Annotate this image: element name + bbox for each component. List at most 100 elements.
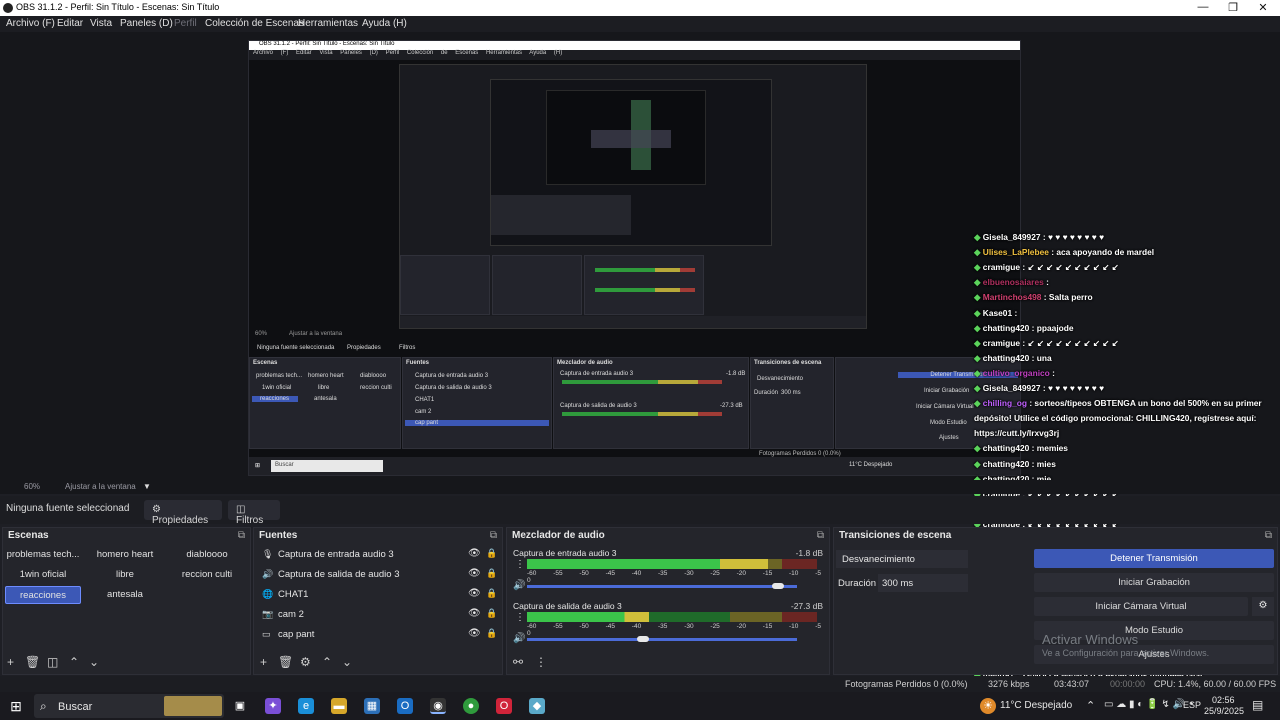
add-icon[interactable]: + xyxy=(7,655,14,669)
chat-message: ◆ chatting420 : memies xyxy=(974,443,1068,453)
scene-button[interactable]: problemas tech... xyxy=(5,546,81,564)
link-icon[interactable]: ⚯ xyxy=(513,655,523,669)
volume-knob[interactable] xyxy=(772,583,785,589)
chevron-down-icon[interactable]: ⌄ xyxy=(89,655,99,669)
inner-scenes-dock: Escenas problemas tech... homero heart d… xyxy=(249,357,401,449)
store-icon[interactable]: ▦ xyxy=(364,698,380,714)
source-row[interactable]: ▭ cap pant 👁 🔒 xyxy=(260,626,497,644)
start-virtual-camera-button[interactable]: Iniciar Cámara Virtual xyxy=(1034,597,1248,616)
speaker-icon[interactable]: 🔊 xyxy=(513,580,525,591)
maximize-button[interactable]: ❐ xyxy=(1218,1,1248,14)
windows-start-icon[interactable]: ⊞ xyxy=(8,698,24,714)
menu-herramientas[interactable]: Herramientas xyxy=(298,18,358,29)
nested-docks xyxy=(491,195,631,235)
menu-perfil[interactable]: Perfil xyxy=(174,18,197,29)
scene-button[interactable]: homero heart xyxy=(87,546,163,564)
scene-button[interactable]: 1win oficial xyxy=(5,566,81,584)
app-icon[interactable]: ◆ xyxy=(529,698,545,714)
lock-icon[interactable]: 🔒 xyxy=(486,628,497,639)
lock-icon[interactable]: 🔒 xyxy=(486,588,497,599)
dropped-frames: Fotogramas Perdidos 0 (0.0%) xyxy=(845,679,968,689)
scene-button[interactable]: reccion culti xyxy=(169,566,245,584)
filter-icon[interactable]: ◫ xyxy=(47,655,58,669)
clock-time[interactable]: 02:56 xyxy=(1212,695,1235,705)
close-button[interactable]: ✕ xyxy=(1248,1,1278,14)
badge-icon: ◆ xyxy=(974,337,983,348)
gear-icon[interactable]: ⚙ xyxy=(300,655,311,669)
minimize-button[interactable]: — xyxy=(1188,1,1218,13)
properties-button[interactable]: ⚙ Propiedades xyxy=(144,500,222,526)
dock-float-icon[interactable]: ⧉ xyxy=(490,530,497,541)
start-recording-button[interactable]: Iniciar Grabación xyxy=(1034,573,1274,592)
kebab-icon[interactable]: ⋮ xyxy=(515,559,525,570)
speaker-icon: 🔊 xyxy=(262,569,274,579)
inner-source: cam 2 xyxy=(415,409,432,415)
volume-knob[interactable] xyxy=(637,636,650,642)
chevron-up-icon[interactable]: ⌃ xyxy=(1086,699,1095,712)
language-indicator[interactable]: ESP xyxy=(1183,700,1201,710)
menu-editar[interactable]: Editar xyxy=(57,18,83,29)
eye-icon[interactable]: 👁 xyxy=(468,588,481,599)
nested-obs-capture: OBS 31.1.2 - Perfil: Sin Título - Escena… xyxy=(248,40,1021,476)
outlook-icon[interactable]: O xyxy=(397,698,413,714)
filters-button[interactable]: ◫ Filtros xyxy=(228,500,280,526)
menu-archivo[interactable]: Archivo (F) xyxy=(6,18,55,29)
source-row[interactable]: 🎙 Captura de entrada audio 3 👁 🔒 xyxy=(260,546,497,564)
opera-icon[interactable]: O xyxy=(496,698,512,714)
kebab-icon[interactable]: ⋮ xyxy=(515,612,525,623)
inner-source: Captura de salida de audio 3 xyxy=(415,385,492,391)
dock-float-icon[interactable]: ⧉ xyxy=(238,530,245,541)
obs-taskbar-icon[interactable]: ◉ xyxy=(430,698,446,714)
tray-icons[interactable]: ▭ ☁ ▮ ◐ 🔋 ↯ 🔊 ◔ xyxy=(1104,699,1194,710)
taskbar-search[interactable]: ⌕ Buscar xyxy=(34,694,224,718)
fit-window-label[interactable]: Ajustar a la ventana xyxy=(65,482,136,491)
scene-button-selected[interactable]: reacciones xyxy=(5,586,81,604)
file-explorer-icon[interactable]: ▬ xyxy=(331,698,347,714)
menu-vista[interactable]: Vista xyxy=(90,18,112,29)
dock-float-icon[interactable]: ⧉ xyxy=(1265,530,1272,541)
chrome-icon[interactable]: ● xyxy=(463,698,479,714)
meter-level xyxy=(527,612,649,622)
dock-float-icon[interactable]: ⧉ xyxy=(817,530,824,541)
copilot-icon[interactable]: ✦ xyxy=(265,698,281,714)
zoom-dropdown-icon[interactable]: ▼ xyxy=(143,482,151,491)
task-view-icon[interactable]: ▣ xyxy=(232,698,248,714)
edge-icon[interactable]: e xyxy=(298,698,314,714)
trash-icon[interactable]: 🗑 xyxy=(278,655,293,669)
lock-icon[interactable]: 🔒 xyxy=(486,568,497,579)
menu-coleccion[interactable]: Colección de Escenas xyxy=(205,18,304,29)
scene-button[interactable]: libre xyxy=(87,566,163,584)
properties-label: Propiedades xyxy=(152,515,209,526)
lock-icon[interactable]: 🔒 xyxy=(486,548,497,559)
scene-button[interactable]: diabloooo xyxy=(169,546,245,564)
source-row[interactable]: 🔊 Captura de salida de audio 3 👁 🔒 xyxy=(260,566,497,584)
menu-bar: Archivo (F) Editar Vista Paneles (D) Per… xyxy=(0,16,1280,32)
source-row[interactable]: 📷 cam 2 👁 🔒 xyxy=(260,606,497,624)
eye-icon[interactable]: 👁 xyxy=(468,608,481,619)
chevron-up-icon[interactable]: ⌃ xyxy=(69,655,79,669)
eye-icon[interactable]: 👁 xyxy=(468,628,481,639)
speaker-icon[interactable]: 🔊 xyxy=(513,633,525,644)
eye-icon[interactable]: 👁 xyxy=(468,548,481,559)
clock-date[interactable]: 25/9/2025 xyxy=(1204,706,1244,716)
menu-ayuda[interactable]: Ayuda (H) xyxy=(362,18,407,29)
lock-icon[interactable]: 🔒 xyxy=(486,608,497,619)
gear-icon[interactable]: ⚙ xyxy=(1252,597,1274,616)
source-row[interactable]: 🌐 CHAT1 👁 🔒 xyxy=(260,586,497,604)
volume-slider[interactable] xyxy=(527,585,797,588)
menu-paneles[interactable]: Paneles (D) xyxy=(120,18,173,29)
stop-stream-button[interactable]: Detener Transmisión xyxy=(1034,549,1274,568)
kebab-icon[interactable]: ⋮ xyxy=(535,655,547,669)
eye-icon[interactable]: 👁 xyxy=(468,568,481,579)
sources-dock: Fuentes ⧉ 🎙 Captura de entrada audio 3 👁 🔒 🔊… xyxy=(253,527,503,675)
weather-text[interactable]: 11°C Despejado xyxy=(1000,700,1072,711)
chevron-up-icon[interactable]: ⌃ xyxy=(322,655,332,669)
chevron-down-icon[interactable]: ⌄ xyxy=(342,655,352,669)
duration-input[interactable]: 300 ms xyxy=(878,574,968,592)
volume-slider[interactable] xyxy=(527,638,797,641)
add-icon[interactable]: + xyxy=(260,655,267,669)
transition-select[interactable]: Desvanecimiento xyxy=(836,550,968,568)
scene-button[interactable]: antesala xyxy=(87,586,163,604)
trash-icon[interactable]: 🗑 xyxy=(25,655,40,669)
notification-icon[interactable]: ▤ xyxy=(1252,698,1263,712)
